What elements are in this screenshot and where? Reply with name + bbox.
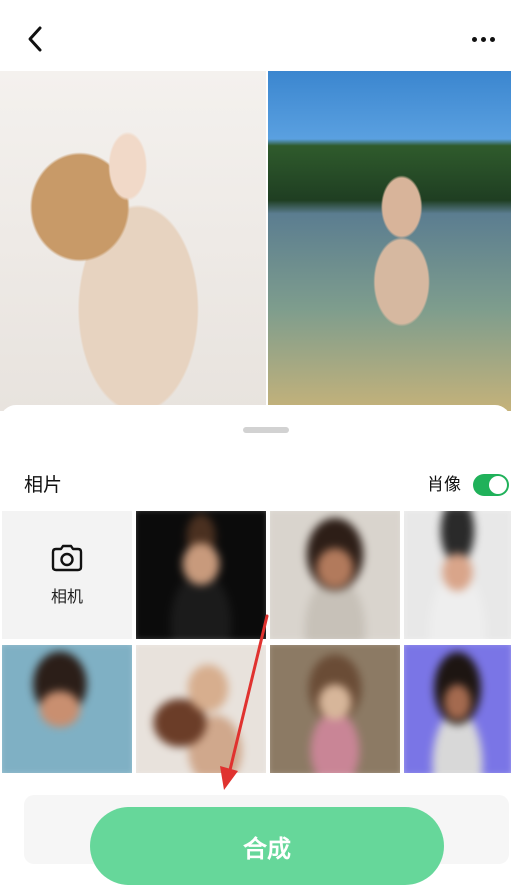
photo-thumbnail[interactable] [270,645,400,773]
sheet-drag-handle[interactable] [243,427,289,433]
more-dots-icon [470,36,497,42]
photo-thumbnail[interactable] [136,511,266,639]
preview-images [0,71,511,411]
photo-thumbnail[interactable] [2,645,132,773]
photo-thumbnail[interactable] [270,511,400,639]
photos-header: 相片 肖像 [0,471,511,499]
camera-label: 相机 [50,587,83,606]
photo-thumbnail[interactable] [136,645,266,773]
portrait-label: 肖像 [427,475,461,495]
portrait-toggle[interactable] [473,474,509,496]
back-button[interactable] [18,22,52,56]
camera-tile[interactable]: 相机 [2,511,132,639]
chevron-left-icon [28,26,42,52]
toggle-knob [489,476,507,494]
photo-thumbnail[interactable] [404,645,511,773]
photo-thumbnail[interactable] [404,511,511,639]
more-button[interactable] [465,26,501,52]
camera-icon [51,544,83,572]
target-photo [268,71,511,411]
top-bar [0,0,511,72]
photo-grid: 相机 [0,511,511,781]
compose-button[interactable]: 合成 [90,807,444,885]
source-photo [0,71,266,411]
photos-title: 相片 [24,474,63,496]
photo-picker-sheet: 相片 肖像 相机 合成 [0,405,511,889]
